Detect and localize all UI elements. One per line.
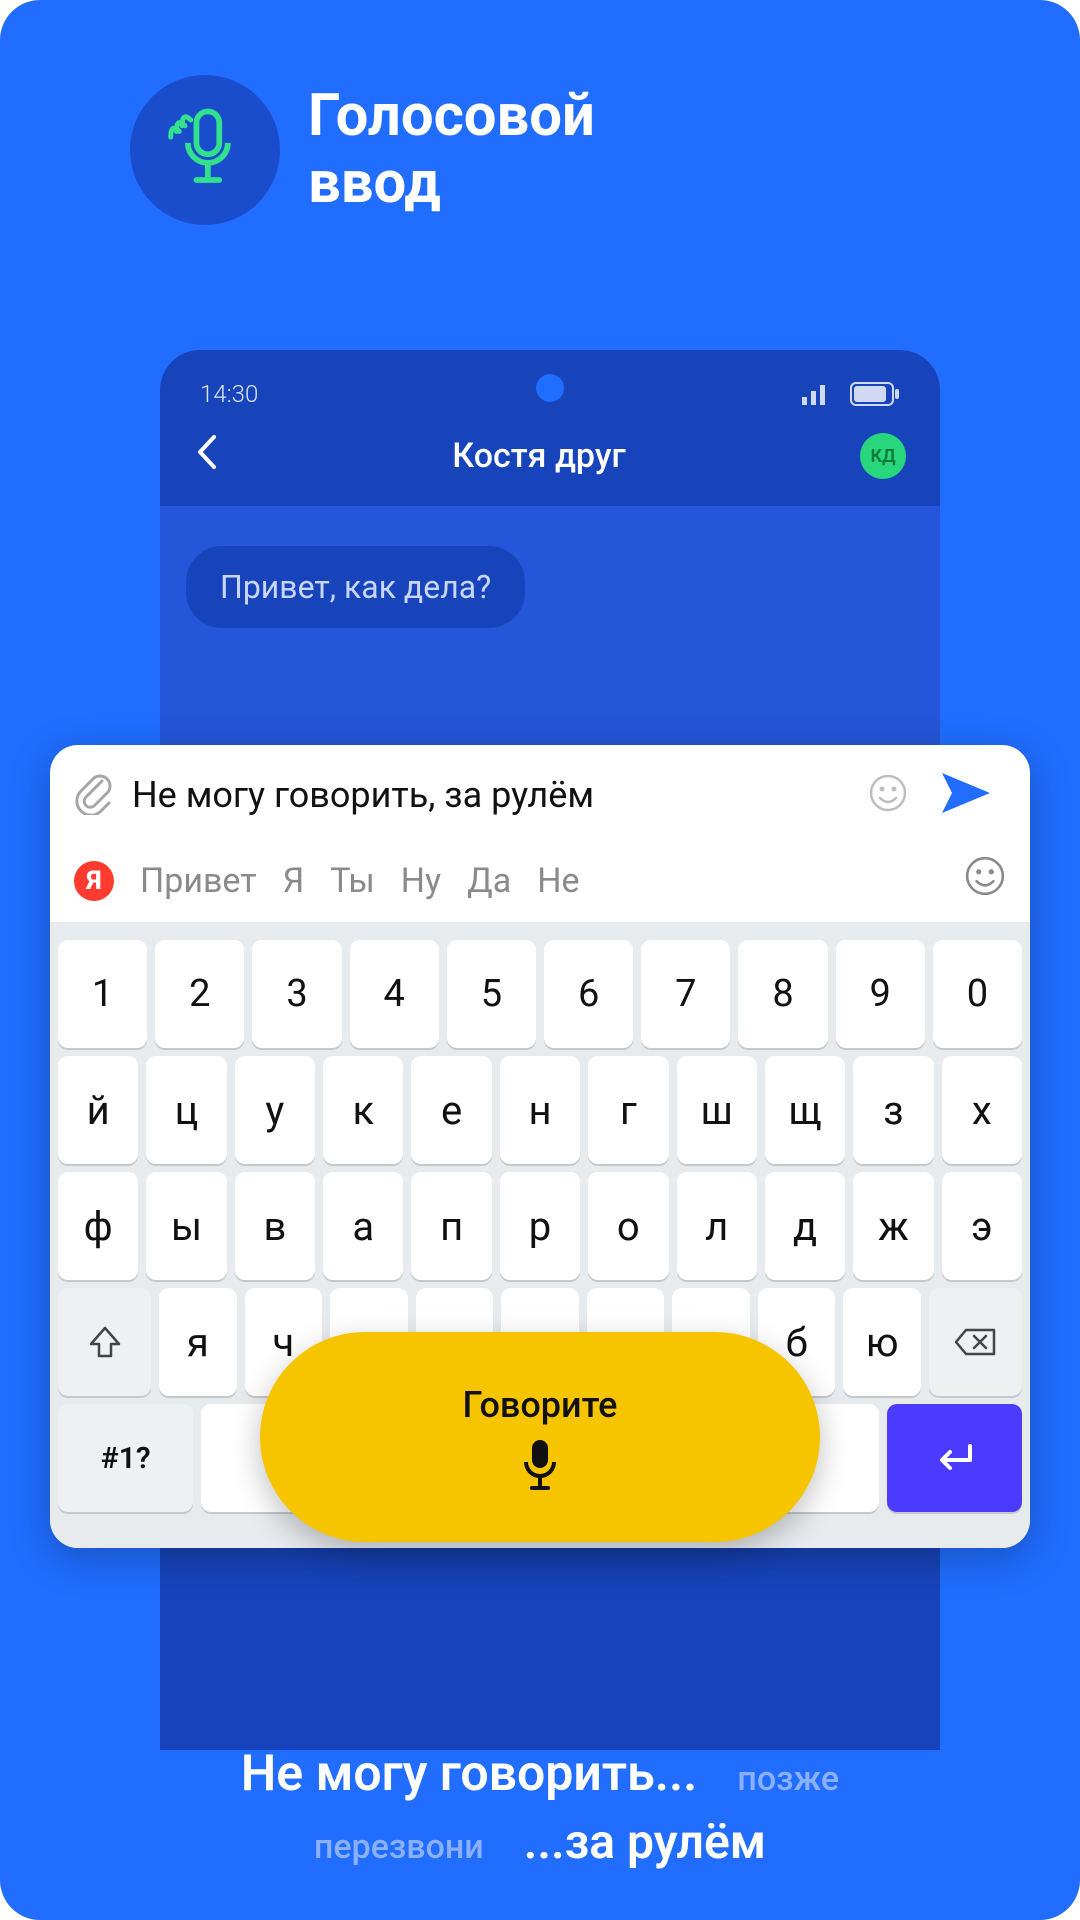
chevron-left-icon bbox=[194, 433, 218, 471]
key-row-bottom: #1? Говорите bbox=[58, 1404, 1022, 1512]
chat-header: Костя друг КД bbox=[160, 418, 940, 506]
suggestion-row: Я Привет Я Ты Ну Да Не bbox=[50, 845, 1030, 922]
backspace-icon bbox=[954, 1326, 996, 1358]
message-input-row: Не могу говорить, за рулём bbox=[50, 745, 1030, 845]
key[interactable]: ю bbox=[843, 1288, 921, 1396]
incoming-message: Привет, как дела? bbox=[186, 546, 525, 628]
key[interactable]: а bbox=[323, 1172, 403, 1280]
key-row-2: й ц у к е н г ш щ з х bbox=[58, 1056, 1022, 1164]
paperclip-icon bbox=[74, 771, 114, 815]
space-key[interactable]: Говорите bbox=[201, 1404, 878, 1512]
keyboard-panel: Не могу говорить, за рулём Я Привет Я Ты… bbox=[50, 745, 1030, 1548]
key[interactable]: й bbox=[58, 1056, 138, 1164]
feature-title: Голосовой ввод bbox=[308, 83, 595, 216]
suggestion[interactable]: Привет bbox=[140, 861, 257, 901]
camera-dot bbox=[536, 374, 564, 402]
key-9[interactable]: 9 bbox=[836, 940, 925, 1048]
key[interactable]: з bbox=[853, 1056, 933, 1164]
backspace-key[interactable] bbox=[929, 1288, 1022, 1396]
avatar[interactable]: КД bbox=[860, 433, 906, 479]
key[interactable]: п bbox=[411, 1172, 491, 1280]
key-8[interactable]: 8 bbox=[738, 940, 827, 1048]
key-row-3: ф ы в а п р о л д ж э bbox=[58, 1172, 1022, 1280]
key[interactable]: ф bbox=[58, 1172, 138, 1280]
sticker-button[interactable] bbox=[964, 855, 1006, 906]
chat-title: Костя друг bbox=[452, 436, 625, 476]
key[interactable]: к bbox=[323, 1056, 403, 1164]
key-5[interactable]: 5 bbox=[447, 940, 536, 1048]
shift-icon bbox=[87, 1324, 123, 1360]
attach-button[interactable] bbox=[74, 771, 114, 819]
key[interactable]: о bbox=[588, 1172, 668, 1280]
voice-label: Говорите bbox=[463, 1384, 618, 1426]
enter-key[interactable] bbox=[887, 1404, 1022, 1512]
key-2[interactable]: 2 bbox=[155, 940, 244, 1048]
key[interactable]: щ bbox=[765, 1056, 845, 1164]
key[interactable]: д bbox=[765, 1172, 845, 1280]
back-button[interactable] bbox=[194, 430, 218, 482]
key[interactable]: л bbox=[677, 1172, 757, 1280]
send-icon bbox=[940, 771, 992, 815]
key-1[interactable]: 1 bbox=[58, 940, 147, 1048]
enter-icon bbox=[932, 1440, 976, 1476]
shift-key[interactable] bbox=[58, 1288, 151, 1396]
key[interactable]: ш bbox=[677, 1056, 757, 1164]
feature-title-line1: Голосовой bbox=[308, 83, 595, 150]
symbols-key[interactable]: #1? bbox=[58, 1404, 193, 1512]
send-button[interactable] bbox=[926, 771, 1006, 819]
suggestion[interactable]: Я bbox=[283, 861, 305, 901]
key-0[interactable]: 0 bbox=[933, 940, 1022, 1048]
emoji-button[interactable] bbox=[868, 773, 908, 817]
key[interactable]: х bbox=[942, 1056, 1022, 1164]
voice-input-badge bbox=[130, 75, 280, 225]
status-time: 14:30 bbox=[200, 380, 258, 408]
suggestion[interactable]: Не bbox=[537, 861, 579, 901]
battery-icon bbox=[850, 382, 900, 406]
key[interactable]: е bbox=[411, 1056, 491, 1164]
smile-icon bbox=[868, 773, 908, 813]
footer-main-2: ...за рулём bbox=[524, 1813, 766, 1870]
suggestion[interactable]: Да bbox=[467, 861, 511, 901]
key[interactable]: ы bbox=[146, 1172, 226, 1280]
key-7[interactable]: 7 bbox=[641, 940, 730, 1048]
key[interactable]: н bbox=[500, 1056, 580, 1164]
footer-sub-2: перезвони bbox=[314, 1827, 484, 1867]
voice-bubble[interactable]: Говорите bbox=[260, 1332, 820, 1542]
key-6[interactable]: 6 bbox=[544, 940, 633, 1048]
message-input[interactable]: Не могу говорить, за рулём bbox=[132, 774, 850, 816]
key[interactable]: ж bbox=[853, 1172, 933, 1280]
feature-header: Голосовой ввод bbox=[0, 0, 1080, 225]
key[interactable]: ц bbox=[146, 1056, 226, 1164]
footer-transcription: Не могу говорить... позже перезвони ...з… bbox=[0, 1745, 1080, 1870]
keyboard: 1 2 3 4 5 6 7 8 9 0 й ц у к е н г ш щ bbox=[50, 922, 1030, 1548]
key[interactable]: я bbox=[159, 1288, 237, 1396]
feature-title-line2: ввод bbox=[308, 150, 595, 217]
key[interactable]: у bbox=[235, 1056, 315, 1164]
microphone-icon bbox=[161, 100, 249, 200]
microphone-icon bbox=[520, 1438, 560, 1490]
signal-icon bbox=[802, 383, 832, 405]
avatar-initials: КД bbox=[870, 446, 895, 467]
key-4[interactable]: 4 bbox=[350, 940, 439, 1048]
yandex-logo[interactable]: Я bbox=[74, 861, 114, 901]
key-row-numbers: 1 2 3 4 5 6 7 8 9 0 bbox=[58, 940, 1022, 1048]
key[interactable]: в bbox=[235, 1172, 315, 1280]
key[interactable]: э bbox=[942, 1172, 1022, 1280]
footer-sub-1: позже bbox=[737, 1759, 839, 1799]
key[interactable]: г bbox=[588, 1056, 668, 1164]
promo-card: Голосовой ввод 14:30 Костя друг КД Приве… bbox=[0, 0, 1080, 1920]
suggestion[interactable]: Ну bbox=[401, 861, 441, 901]
footer-main-1: Не могу говорить... bbox=[241, 1745, 698, 1803]
key-3[interactable]: 3 bbox=[252, 940, 341, 1048]
smile-icon bbox=[964, 855, 1006, 897]
suggestion[interactable]: Ты bbox=[330, 861, 375, 901]
key[interactable]: р bbox=[500, 1172, 580, 1280]
